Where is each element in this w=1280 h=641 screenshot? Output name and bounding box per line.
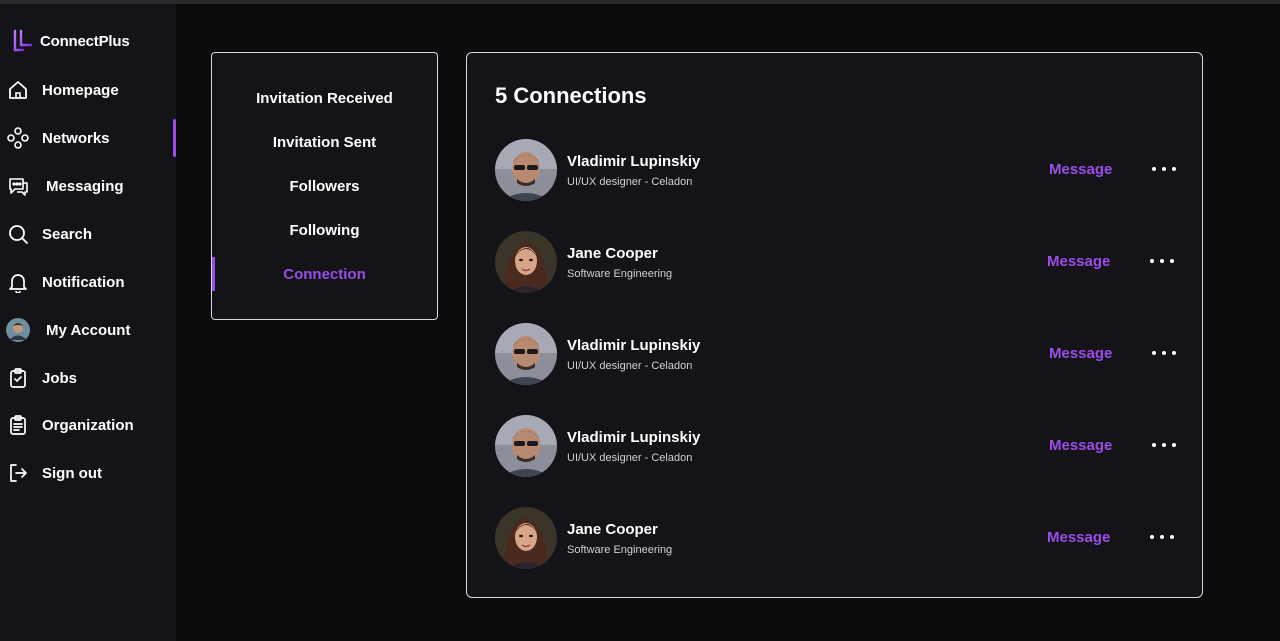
- person-name[interactable]: Jane Cooper: [567, 521, 658, 538]
- connection-row: Vladimir Lupinskiy UI/UX designer - Cela…: [467, 415, 1202, 479]
- active-tab-indicator: [212, 257, 215, 291]
- man-avatar[interactable]: [495, 139, 557, 201]
- sidebar-item-label: Homepage: [42, 81, 119, 99]
- more-options-icon[interactable]: [1152, 437, 1176, 453]
- connection-row: Jane Cooper Software Engineering Message: [467, 507, 1202, 571]
- connections-panel: 5 Connections Vladimir Lupinskiy UI/UX d…: [466, 52, 1203, 598]
- person-name[interactable]: Vladimir Lupinskiy: [567, 153, 700, 170]
- bell-icon: [6, 270, 30, 294]
- person-name[interactable]: Jane Cooper: [567, 245, 658, 262]
- message-button[interactable]: Message: [1047, 253, 1110, 270]
- person-role: UI/UX designer - Celadon: [567, 176, 693, 188]
- window-top-border: [0, 0, 1280, 4]
- sidebar-item-label: Jobs: [42, 369, 78, 387]
- woman-avatar[interactable]: [495, 507, 557, 569]
- message-button[interactable]: Message: [1049, 345, 1112, 362]
- tab-connection[interactable]: Connection: [212, 257, 437, 291]
- person-name[interactable]: Vladimir Lupinskiy: [567, 337, 700, 354]
- sign-out-icon: [6, 461, 30, 485]
- tab-invitation-sent[interactable]: Invitation Sent: [212, 125, 437, 159]
- more-options-icon[interactable]: [1152, 161, 1176, 177]
- sidebar-item-notification[interactable]: Notification: [0, 264, 176, 300]
- message-button[interactable]: Message: [1049, 161, 1112, 178]
- tab-invitation-received[interactable]: Invitation Received: [212, 81, 437, 115]
- man-avatar[interactable]: [495, 323, 557, 385]
- sidebar-item-label: Search: [42, 225, 93, 243]
- sidebar-item-label: Notification: [42, 273, 125, 291]
- connections-title: 5 Connections: [495, 83, 647, 108]
- sidebar-item-networks[interactable]: Networks: [0, 119, 176, 157]
- sidebar-item-messaging[interactable]: Messaging: [0, 168, 176, 204]
- person-role: UI/UX designer - Celadon: [567, 360, 693, 372]
- sidebar-item-label: Organization: [42, 416, 134, 434]
- woman-avatar[interactable]: [495, 231, 557, 293]
- more-options-icon[interactable]: [1152, 345, 1176, 361]
- clipboard-list-icon: [6, 413, 30, 437]
- sidebar-item-jobs[interactable]: Jobs: [0, 360, 176, 396]
- connection-row: Vladimir Lupinskiy UI/UX designer - Cela…: [467, 139, 1202, 203]
- sidebar-item-my-account[interactable]: My Account: [0, 312, 176, 348]
- sidebar-item-label: Networks: [42, 129, 110, 147]
- sidebar-item-organization[interactable]: Organization: [0, 407, 176, 443]
- sidebar-item-label: My Account: [46, 321, 131, 339]
- network-icon: [6, 126, 30, 150]
- connection-row: Vladimir Lupinskiy UI/UX designer - Cela…: [467, 323, 1202, 387]
- sidebar-item-label: Sign out: [42, 464, 102, 482]
- app-logo[interactable]: ConnectPlus: [11, 28, 130, 54]
- message-button[interactable]: Message: [1049, 437, 1112, 454]
- tab-following[interactable]: Following: [212, 213, 437, 247]
- more-options-icon[interactable]: [1150, 529, 1174, 545]
- sidebar-item-homepage[interactable]: Homepage: [0, 72, 176, 108]
- person-role: UI/UX designer - Celadon: [567, 452, 693, 464]
- tab-followers[interactable]: Followers: [212, 169, 437, 203]
- active-indicator: [173, 119, 176, 157]
- sidebar-item-label: Messaging: [46, 177, 124, 195]
- clipboard-check-icon: [6, 366, 30, 390]
- more-options-icon[interactable]: [1150, 253, 1174, 269]
- home-icon: [6, 78, 30, 102]
- sidebar-item-search[interactable]: Search: [0, 216, 176, 252]
- avatar-icon: [6, 318, 30, 342]
- person-name[interactable]: Vladimir Lupinskiy: [567, 429, 700, 446]
- man-avatar[interactable]: [495, 415, 557, 477]
- network-tabs-panel: Invitation Received Invitation Sent Foll…: [211, 52, 438, 320]
- sidebar: ConnectPlus Homepage Networks Messaging: [0, 4, 176, 641]
- connectplus-logo-icon: [11, 29, 35, 54]
- connection-row: Jane Cooper Software Engineering Message: [467, 231, 1202, 295]
- app-name: ConnectPlus: [40, 32, 130, 50]
- search-icon: [6, 222, 30, 246]
- tab-label: Connection: [283, 265, 366, 283]
- person-role: Software Engineering: [567, 544, 673, 556]
- message-button[interactable]: Message: [1047, 529, 1110, 546]
- chat-bubble-icon: [6, 174, 30, 198]
- person-role: Software Engineering: [567, 268, 673, 280]
- sidebar-item-sign-out[interactable]: Sign out: [0, 455, 176, 491]
